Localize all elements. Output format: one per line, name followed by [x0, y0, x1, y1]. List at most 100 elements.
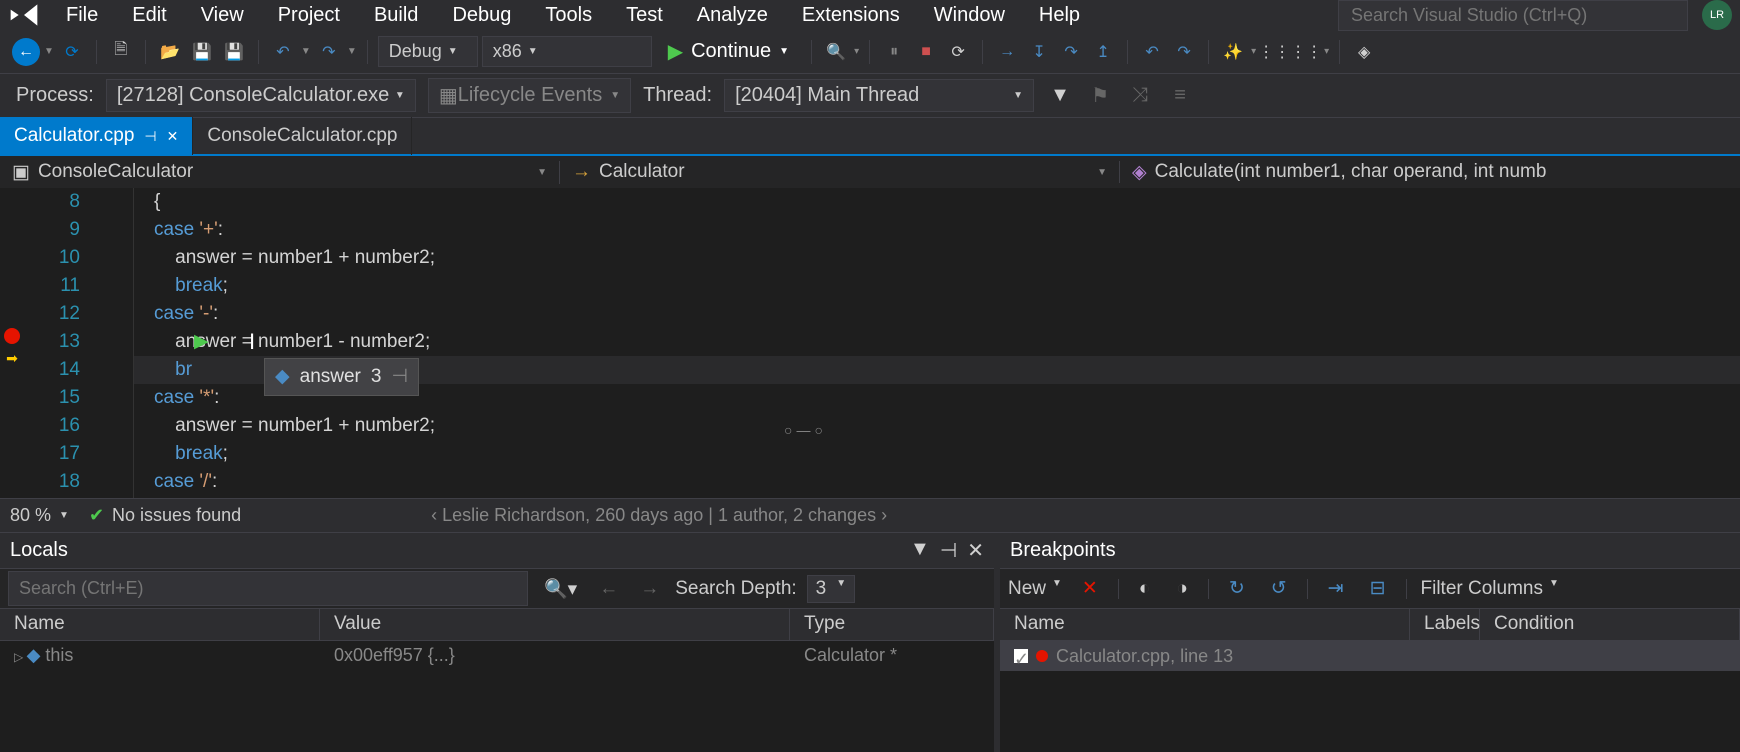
tools-icon[interactable]: ⋮⋮ — [1260, 38, 1288, 66]
nav-class[interactable]: → Calculator▼ — [560, 161, 1120, 183]
show-next-icon[interactable]: → — [993, 38, 1021, 66]
menu-build[interactable]: Build — [358, 0, 434, 31]
redo-icon[interactable]: ↷ — [315, 38, 343, 66]
nav-forward-button[interactable]: ⟳ — [58, 38, 86, 66]
breakpoint-icon[interactable] — [4, 328, 20, 344]
col-labels[interactable]: Labels — [1410, 609, 1480, 640]
nav-forward-icon[interactable]: → — [634, 576, 665, 602]
intellicode-icon[interactable]: ◈ — [1350, 38, 1378, 66]
chevron-down-icon[interactable]: ▼ — [779, 46, 789, 57]
new-breakpoint-button[interactable]: New▼ — [1008, 578, 1062, 600]
snapshot-icon[interactable]: ✨ — [1219, 38, 1247, 66]
col-name[interactable]: Name — [1000, 609, 1410, 640]
redo-debug-icon[interactable]: ↷ — [1170, 38, 1198, 66]
tab-consolecalculator[interactable]: ConsoleCalculator.cpp — [193, 117, 412, 155]
debug-tooltip[interactable]: ◆ answer 3 ⊣ — [264, 358, 419, 396]
threads-icon[interactable]: ⤨ — [1126, 82, 1154, 110]
expand-icon[interactable]: ▷ — [14, 650, 27, 664]
find-in-files-icon[interactable]: 🔍 — [822, 38, 850, 66]
undo-icon[interactable]: ↶ — [269, 38, 297, 66]
enable-all-icon[interactable]: ◐ — [1133, 576, 1156, 602]
pause-icon[interactable]: ⏸ — [880, 38, 908, 66]
platform-dropdown[interactable]: x86▼ — [482, 36, 652, 67]
nav-back-button[interactable]: ← — [12, 38, 40, 66]
pin-icon[interactable]: ⊣ — [940, 538, 957, 563]
col-condition[interactable]: Condition — [1480, 609, 1740, 640]
checkbox[interactable]: ✓ — [1014, 649, 1028, 663]
nav-back-icon[interactable]: ← — [593, 576, 624, 602]
menu-file[interactable]: File — [50, 0, 114, 31]
process-dropdown[interactable]: [27128] ConsoleCalculator.exe▼ — [106, 79, 416, 112]
open-icon[interactable]: 📂 — [156, 38, 184, 66]
glyph-margin — [94, 188, 134, 498]
col-type[interactable]: Type — [790, 609, 994, 640]
continue-button[interactable]: ▶ Continue ▼ — [656, 35, 801, 68]
menu-view[interactable]: View — [185, 0, 260, 31]
menu-help[interactable]: Help — [1023, 0, 1096, 31]
code-editor[interactable]: ➡ 8910 111213 141516 1718 { case '+': an… — [0, 188, 1740, 498]
chevron-down-icon[interactable]: ▼ — [347, 46, 357, 57]
undo-debug-icon[interactable]: ↶ — [1138, 38, 1166, 66]
thread-dropdown[interactable]: [20404] Main Thread▼ — [724, 79, 1034, 112]
locals-row[interactable]: ▷ ◆ this 0x00eff957 {...} Calculator * — [0, 641, 994, 671]
step-out-icon[interactable]: ↥ — [1089, 38, 1117, 66]
filter-icon[interactable]: ▼ — [1046, 82, 1074, 110]
chevron-left-icon[interactable]: ‹ — [431, 505, 442, 525]
zoom-dropdown[interactable]: 80 %▼ — [10, 505, 69, 526]
tools2-icon[interactable]: ⋮⋮ — [1292, 38, 1320, 66]
menu-extensions[interactable]: Extensions — [786, 0, 916, 31]
import-icon[interactable]: ↺ — [1265, 575, 1293, 602]
menu-tools[interactable]: Tools — [529, 0, 608, 31]
menu-edit[interactable]: Edit — [116, 0, 182, 31]
save-all-icon[interactable]: 💾 — [220, 38, 248, 66]
chevron-down-icon[interactable]: ▼ — [301, 46, 311, 57]
search-depth-dropdown[interactable]: 3▼ — [807, 575, 855, 603]
nav-project[interactable]: ▣ ConsoleCalculator▼ — [0, 161, 560, 184]
menu-project[interactable]: Project — [262, 0, 356, 31]
run-to-icon[interactable]: ▶ — [194, 328, 209, 356]
menu-debug[interactable]: Debug — [436, 0, 527, 31]
menu-analyze[interactable]: Analyze — [681, 0, 784, 31]
stop-icon[interactable]: ■ — [912, 38, 940, 66]
col-value[interactable]: Value — [320, 609, 790, 640]
search-icon[interactable]: 🔍▾ — [538, 575, 583, 603]
code-area[interactable]: { case '+': answer = number1 + number2; … — [134, 188, 1740, 498]
save-icon[interactable]: 💾 — [188, 38, 216, 66]
breakpoint-row[interactable]: ✓ Calculator.cpp, line 13 — [1000, 641, 1740, 671]
step-into-icon[interactable]: ↧ — [1025, 38, 1053, 66]
locals-search-input[interactable] — [8, 571, 528, 606]
breakpoint-gutter[interactable]: ➡ — [0, 188, 24, 498]
flag-icon[interactable]: ⚑ — [1086, 82, 1114, 110]
chevron-down-icon[interactable]: ▼ — [910, 538, 930, 563]
run-to-click-icon[interactable]: ○—○ — [784, 416, 827, 444]
variable-icon: ◆ — [275, 363, 290, 391]
close-icon[interactable]: ✕ — [167, 128, 179, 145]
disable-all-icon[interactable]: ◑ — [1170, 576, 1193, 602]
close-icon[interactable]: ✕ — [967, 538, 984, 563]
codelens-blame[interactable]: ‹ Leslie Richardson, 260 days ago | 1 au… — [431, 505, 887, 526]
stack-icon[interactable]: ≡ — [1166, 82, 1194, 110]
delete-breakpoint-icon[interactable]: ✕ — [1076, 575, 1104, 602]
var-icon: ◆ — [27, 645, 46, 665]
config-dropdown[interactable]: Debug▼ — [378, 36, 478, 67]
restart-icon[interactable]: ⟳ — [944, 38, 972, 66]
user-avatar[interactable]: LR — [1702, 0, 1732, 30]
new-file-icon[interactable]: 🗎 — [107, 38, 135, 66]
tab-calculator[interactable]: Calculator.cpp ⊣ ✕ — [0, 117, 193, 155]
menu-window[interactable]: Window — [918, 0, 1021, 31]
nav-method[interactable]: ◈ Calculate(int number1, char operand, i… — [1120, 161, 1740, 184]
filter-columns-button[interactable]: Filter Columns▼ — [1421, 578, 1559, 600]
step-over-icon[interactable]: ↷ — [1057, 38, 1085, 66]
lifecycle-dropdown[interactable]: ▦ Lifecycle Events▼ — [428, 78, 631, 113]
method-icon: ◈ — [1132, 161, 1147, 184]
export-icon[interactable]: ↻ — [1223, 575, 1251, 602]
goto-disasm-icon[interactable]: ⊟ — [1364, 575, 1392, 602]
pin-icon[interactable]: ⊣ — [144, 128, 156, 145]
global-search-input[interactable] — [1338, 0, 1688, 31]
chevron-right-icon[interactable]: › — [881, 505, 887, 525]
menu-test[interactable]: Test — [610, 0, 679, 31]
chevron-down-icon[interactable]: ▼ — [44, 46, 54, 57]
col-name[interactable]: Name — [0, 609, 320, 640]
pin-icon[interactable]: ⊣ — [391, 363, 408, 391]
goto-source-icon[interactable]: ⇥ — [1322, 575, 1350, 602]
